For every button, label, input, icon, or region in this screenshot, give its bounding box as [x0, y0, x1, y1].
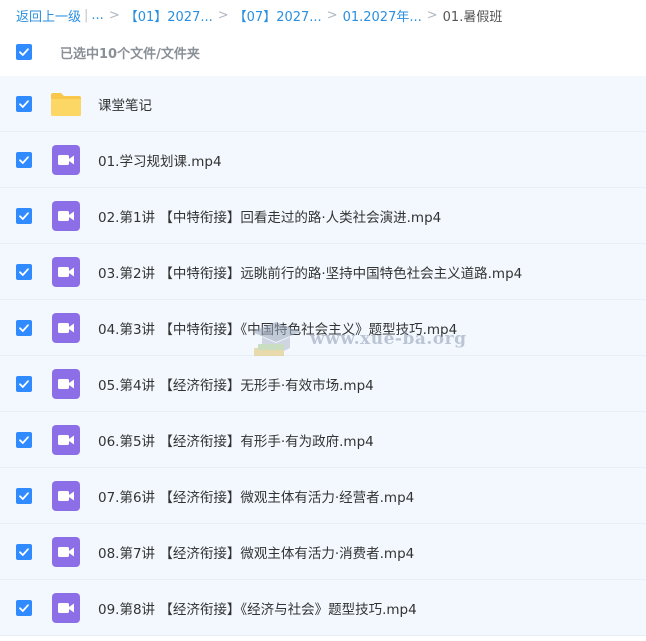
file-list: 课堂笔记 01.学习规划课.mp4 02.第1讲 【中特衔接】回看走过的路·人类社会…	[0, 76, 646, 636]
video-file-icon	[50, 256, 82, 288]
video-file-icon	[50, 144, 82, 176]
chevron-right-icon: >	[426, 7, 438, 23]
file-name[interactable]: 01.学习规划课.mp4	[98, 150, 222, 170]
file-name[interactable]: 04.第3讲 【中特衔接】《中国特色社会主义》题型技巧.mp4	[98, 318, 457, 338]
checkmark-icon	[19, 211, 29, 220]
checkmark-icon	[19, 491, 29, 500]
breadcrumb-ellipsis[interactable]: ...	[91, 8, 103, 23]
chevron-right-icon: >	[108, 7, 120, 23]
file-name[interactable]: 07.第6讲 【经济衔接】微观主体有活力·经营者.mp4	[98, 486, 414, 506]
row-checkbox[interactable]	[16, 487, 32, 504]
checkmark-icon	[19, 603, 29, 612]
video-file-icon	[50, 480, 82, 512]
file-row[interactable]: 08.第7讲 【经济衔接】微观主体有活力·消费者.mp4	[0, 524, 646, 580]
file-row[interactable]: 01.学习规划课.mp4	[0, 132, 646, 188]
video-file-icon	[50, 368, 82, 400]
file-row[interactable]: 02.第1讲 【中特衔接】回看走过的路·人类社会演进.mp4	[0, 188, 646, 244]
row-checkbox[interactable]	[16, 207, 32, 224]
file-row[interactable]: 04.第3讲 【中特衔接】《中国特色社会主义》题型技巧.mp4	[0, 300, 646, 356]
row-checkbox[interactable]	[16, 263, 32, 280]
file-name[interactable]: 05.第4讲 【经济衔接】无形手·有效市场.mp4	[98, 374, 374, 394]
video-file-icon	[50, 536, 82, 568]
row-checkbox[interactable]	[16, 151, 32, 168]
breadcrumb-item-1[interactable]: 【01】2027...	[125, 6, 213, 25]
file-row[interactable]: 07.第6讲 【经济衔接】微观主体有活力·经营者.mp4	[0, 468, 646, 524]
breadcrumb-item-2[interactable]: 【07】2027...	[234, 6, 322, 25]
file-name[interactable]: 06.第5讲 【经济衔接】有形手·有为政府.mp4	[98, 430, 374, 450]
file-name[interactable]: 08.第7讲 【经济衔接】微观主体有活力·消费者.mp4	[98, 542, 414, 562]
row-checkbox[interactable]	[16, 319, 32, 336]
file-row[interactable]: 09.第8讲 【经济衔接】《经济与社会》题型技巧.mp4	[0, 580, 646, 636]
checkmark-icon	[19, 435, 29, 444]
checkmark-icon	[19, 267, 29, 276]
breadcrumb: 返回上一级 | ... > 【01】2027... > 【07】2027... …	[0, 0, 646, 30]
video-file-icon	[50, 424, 82, 456]
video-file-icon	[50, 312, 82, 344]
file-name[interactable]: 02.第1讲 【中特衔接】回看走过的路·人类社会演进.mp4	[98, 206, 441, 226]
checkmark-icon	[19, 99, 29, 108]
checkmark-icon	[19, 547, 29, 556]
folder-icon	[50, 88, 82, 120]
selection-bar: 已选中10个文件/文件夹	[0, 30, 646, 74]
row-checkbox[interactable]	[16, 375, 32, 392]
file-row[interactable]: 05.第4讲 【经济衔接】无形手·有效市场.mp4	[0, 356, 646, 412]
checkmark-icon	[19, 155, 29, 164]
selection-count: 已选中10个文件/文件夹	[60, 46, 200, 62]
row-checkbox[interactable]	[16, 431, 32, 448]
file-name[interactable]: 课堂笔记	[98, 94, 152, 114]
chevron-right-icon: >	[217, 7, 229, 23]
chevron-right-icon: >	[326, 7, 338, 23]
file-row[interactable]: 03.第2讲 【中特衔接】远眺前行的路·坚持中国特色社会主义道路.mp4	[0, 244, 646, 300]
breadcrumb-item-3[interactable]: 01.2027年...	[343, 6, 422, 25]
select-all-checkbox[interactable]	[16, 44, 32, 60]
crumb-divider: |	[84, 7, 89, 23]
checkmark-icon	[19, 323, 29, 332]
file-name[interactable]: 09.第8讲 【经济衔接】《经济与社会》题型技巧.mp4	[98, 598, 417, 618]
checkmark-icon	[19, 48, 29, 56]
row-checkbox[interactable]	[16, 543, 32, 560]
file-row[interactable]: 课堂笔记	[0, 76, 646, 132]
breadcrumb-current: 01.暑假班	[442, 9, 503, 25]
row-checkbox[interactable]	[16, 95, 32, 112]
video-file-icon	[50, 200, 82, 232]
back-link[interactable]: 返回上一级	[16, 6, 81, 25]
file-name[interactable]: 03.第2讲 【中特衔接】远眺前行的路·坚持中国特色社会主义道路.mp4	[98, 262, 522, 282]
checkmark-icon	[19, 379, 29, 388]
video-file-icon	[50, 592, 82, 624]
file-row[interactable]: 06.第5讲 【经济衔接】有形手·有为政府.mp4	[0, 412, 646, 468]
row-checkbox[interactable]	[16, 599, 32, 616]
